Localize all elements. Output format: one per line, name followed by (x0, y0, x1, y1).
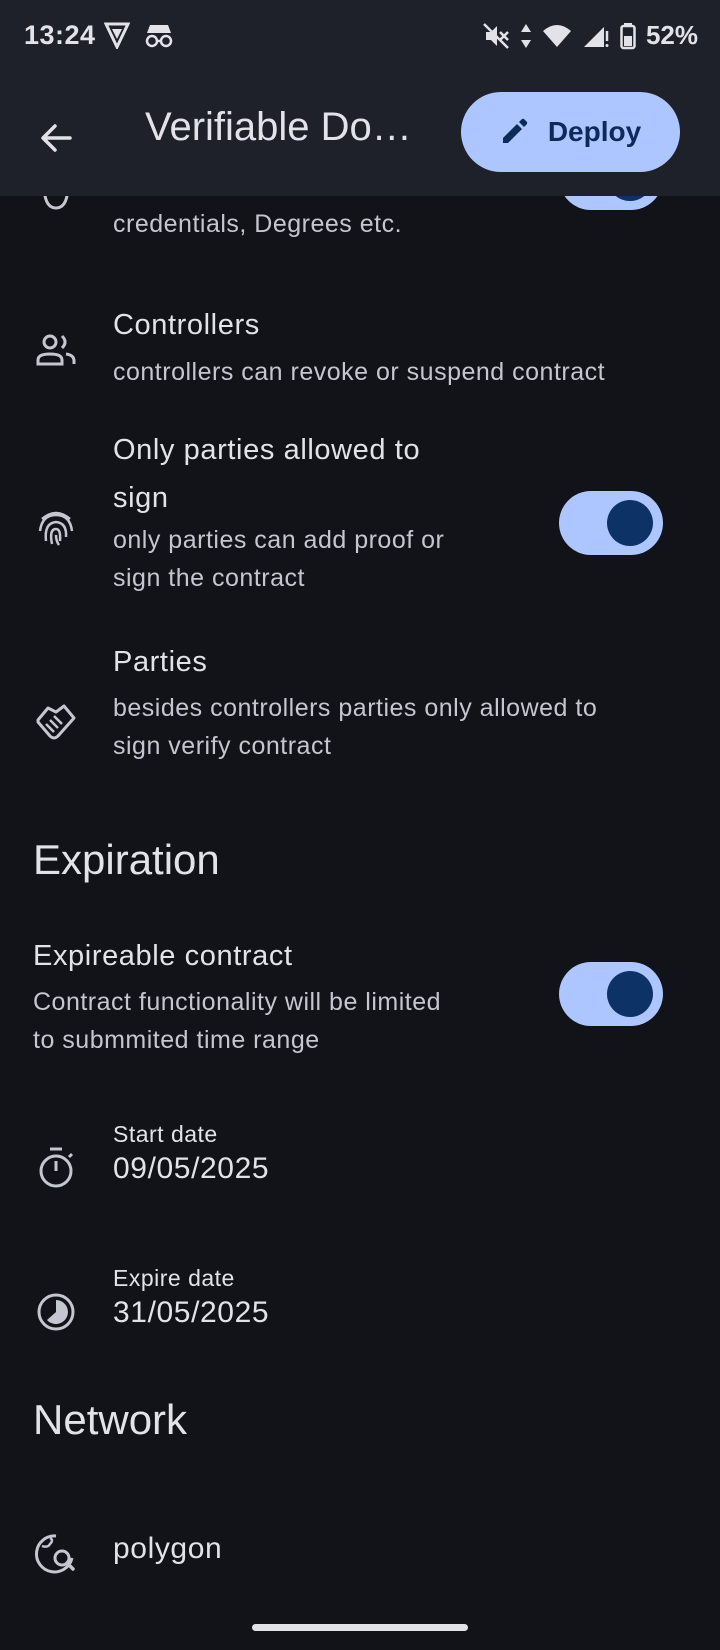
status-bar: 13:24 52% (0, 0, 720, 72)
controllers-title: Controllers (113, 309, 260, 341)
mute-icon (483, 22, 509, 49)
only-parties-subtitle-2: sign the contract (113, 564, 305, 592)
start-date-label: Start date (113, 1121, 218, 1147)
start-date-field[interactable]: Start date 09/05/2025 (0, 1114, 720, 1204)
expireable-title: Expireable contract (33, 940, 293, 972)
battery-icon (620, 22, 636, 49)
revocable-toggle[interactable] (559, 196, 663, 210)
only-parties-toggle[interactable] (559, 491, 663, 555)
edit-pencil-icon (502, 118, 528, 143)
controllers-subtitle: controllers can revoke or suspend contra… (113, 358, 606, 386)
controllers-setting[interactable]: Controllers controllers can revoke or su… (0, 306, 720, 406)
incognito-icon (145, 25, 173, 48)
back-button[interactable] (30, 112, 82, 164)
people-icon (32, 326, 80, 374)
expire-date-value: 31/05/2025 (113, 1296, 270, 1329)
only-parties-sign-setting[interactable]: Only parties allowed to sign only partie… (0, 434, 720, 610)
home-indicator[interactable] (252, 1624, 468, 1631)
travel-explore-icon (32, 1530, 80, 1578)
back-arrow-icon (41, 124, 72, 152)
revocable-subtitle-2: credentials, Degrees etc. (113, 210, 403, 238)
expireable-contract-setting[interactable]: Expireable contract Contract functionali… (0, 940, 720, 1070)
battery-percent: 52% (645, 20, 698, 50)
deploy-button[interactable]: Deploy (461, 92, 680, 172)
vpn-shield-icon (104, 22, 130, 49)
network-heading: Network (33, 1396, 188, 1443)
wifi-icon (542, 24, 571, 47)
only-parties-title-1: Only parties allowed to (113, 434, 421, 466)
page-title: Verifiable Do… (145, 105, 412, 149)
fingerprint-icon (32, 502, 80, 550)
app-bar: Verifiable Do… Deploy (0, 72, 720, 196)
expire-date-field[interactable]: Expire date 31/05/2025 (0, 1258, 720, 1348)
parties-setting[interactable]: Parties besides controllers parties only… (0, 646, 720, 786)
expire-date-label: Expire date (113, 1265, 235, 1291)
revoke-icon (32, 196, 80, 218)
status-time: 13:24 (24, 20, 96, 50)
only-parties-title-2: sign (113, 482, 169, 514)
only-parties-subtitle-1: only parties can add proof or (113, 526, 445, 554)
revocable-setting[interactable]: For revocable entities like credentials,… (0, 196, 720, 266)
signal-icon (583, 26, 609, 47)
parties-subtitle-2: sign verify contract (113, 732, 332, 760)
timer-icon (32, 1144, 80, 1192)
data-arrows-icon (520, 23, 531, 48)
handshake-icon (32, 696, 80, 744)
parties-subtitle-1: besides controllers parties only allowed… (113, 694, 598, 722)
network-value: polygon (113, 1532, 223, 1565)
expireable-subtitle-1: Contract functionality will be limited (33, 988, 442, 1016)
settings-content[interactable]: For revocable entities like credentials,… (0, 196, 720, 1650)
expireable-toggle[interactable] (559, 962, 663, 1026)
expireable-subtitle-2: to submmited time range (33, 1026, 320, 1054)
network-select[interactable]: polygon (0, 1518, 720, 1598)
expiration-heading: Expiration (33, 836, 220, 883)
clock-pie-icon (32, 1288, 80, 1336)
parties-title: Parties (113, 646, 208, 678)
deploy-label: Deploy (547, 116, 642, 147)
start-date-value: 09/05/2025 (113, 1152, 270, 1185)
